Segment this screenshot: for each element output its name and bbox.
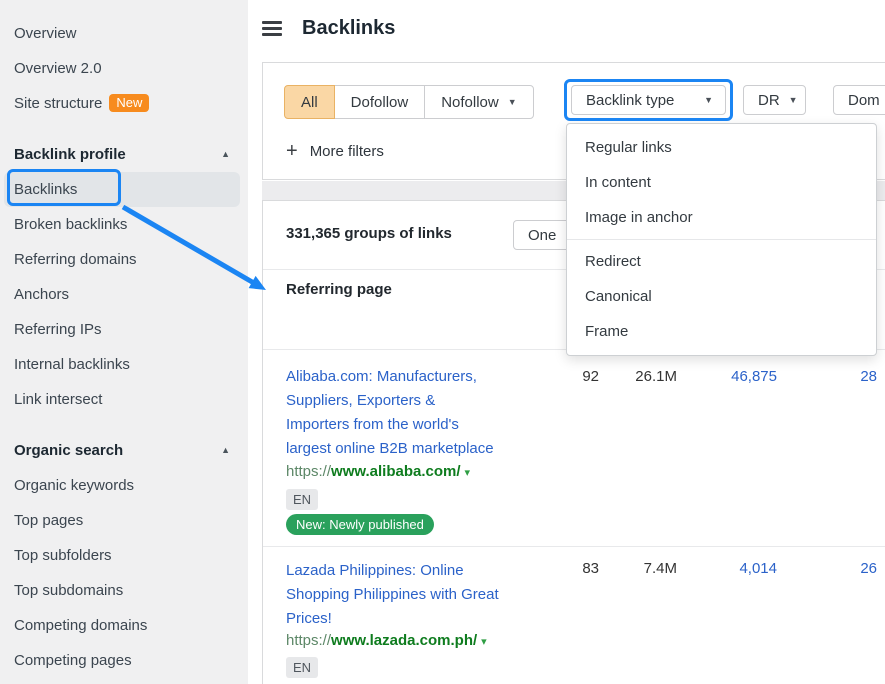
sidebar-section-organic-search[interactable]: Organic search▲ <box>0 433 248 468</box>
dr-filter-button[interactable]: DR▼ <box>743 85 806 115</box>
metric-link[interactable]: 26 <box>781 560 877 577</box>
metric-value: 92 <box>561 368 599 385</box>
sidebar-item-top-pages[interactable]: Top pages <box>0 503 248 538</box>
chevron-down-icon: ▾ <box>465 467 471 479</box>
sidebar-item-broken-backlinks[interactable]: Broken backlinks <box>0 207 248 242</box>
metric-link[interactable]: 46,875 <box>681 368 777 385</box>
referring-page-link[interactable]: Lazada Philippines: Online Shopping Phil… <box>286 559 572 631</box>
sidebar-item-competing-pages[interactable]: Competing pages <box>0 643 248 678</box>
referring-page-link[interactable]: Alibaba.com: Manufacturers, Suppliers, E… <box>286 365 572 461</box>
metric-value: 26.1M <box>601 368 677 385</box>
dropdown-item-in-content[interactable]: In content <box>567 165 876 200</box>
referring-page-url[interactable]: https://www.alibaba.com/▾ <box>286 463 470 480</box>
dropdown-item-redirect[interactable]: Redirect <box>567 244 876 279</box>
sidebar-item-top-subdomains[interactable]: Top subdomains <box>0 573 248 608</box>
chevron-down-icon: ▼ <box>508 97 517 107</box>
sidebar-item-top-subfolders[interactable]: Top subfolders <box>0 538 248 573</box>
app-window: Overview Overview 2.0 Site structureNew … <box>0 0 885 684</box>
sidebar-item-referring-domains[interactable]: Referring domains <box>0 242 248 277</box>
sidebar-item-organic-keywords[interactable]: Organic keywords <box>0 468 248 503</box>
sidebar-item-backlinks[interactable]: Backlinks <box>4 172 240 207</box>
filter-nofollow-button[interactable]: Nofollow▼ <box>424 85 533 119</box>
results-count: 331,365 groups of links <box>286 219 452 249</box>
language-badge: EN <box>286 489 318 510</box>
metric-value: 7.4M <box>601 560 677 577</box>
page-title: Backlinks <box>302 17 395 40</box>
plus-icon: + <box>286 141 298 161</box>
dropdown-item-canonical[interactable]: Canonical <box>567 279 876 314</box>
sidebar: Overview Overview 2.0 Site structureNew … <box>0 0 248 684</box>
dropdown-item-frame[interactable]: Frame <box>567 314 876 349</box>
dropdown-separator <box>567 239 876 240</box>
divider <box>263 546 885 547</box>
sidebar-item-overview-2[interactable]: Overview 2.0 <box>0 51 248 86</box>
metric-value: 83 <box>561 560 599 577</box>
sidebar-item-referring-ips[interactable]: Referring IPs <box>0 312 248 347</box>
newly-published-badge: New: Newly published <box>286 514 434 535</box>
chevron-down-icon: ▼ <box>789 95 798 105</box>
metric-link[interactable]: 28 <box>781 368 877 385</box>
sidebar-item-overview[interactable]: Overview <box>0 16 248 51</box>
filter-dofollow-button[interactable]: Dofollow <box>334 85 426 119</box>
collapse-icon: ▲ <box>221 137 230 172</box>
sidebar-item-anchors[interactable]: Anchors <box>0 277 248 312</box>
menu-icon[interactable] <box>262 21 282 37</box>
new-badge: New <box>109 94 149 112</box>
chevron-down-icon: ▼ <box>704 95 713 105</box>
sidebar-section-backlink-profile[interactable]: Backlink profile▲ <box>0 137 248 172</box>
backlink-type-filter-button[interactable]: Backlink type▼ <box>571 85 726 115</box>
backlink-type-dropdown: Regular links In content Image in anchor… <box>566 123 877 356</box>
metric-link[interactable]: 4,014 <box>681 560 777 577</box>
sidebar-item-site-structure[interactable]: Site structureNew <box>0 86 248 121</box>
language-badge: EN <box>286 657 318 678</box>
sidebar-item-internal-backlinks[interactable]: Internal backlinks <box>0 347 248 382</box>
dropdown-item-image-in-anchor[interactable]: Image in anchor <box>567 200 876 235</box>
chevron-down-icon: ▾ <box>481 636 487 648</box>
sidebar-item-competing-domains[interactable]: Competing domains <box>0 608 248 643</box>
more-filters-button[interactable]: +More filters <box>286 139 384 163</box>
collapse-icon: ▲ <box>221 433 230 468</box>
referring-page-url[interactable]: https://www.lazada.com.ph/▾ <box>286 632 487 649</box>
column-header-referring-page: Referring page <box>286 281 392 298</box>
domain-filter-button[interactable]: Dom <box>833 85 885 115</box>
sidebar-item-link-intersect[interactable]: Link intersect <box>0 382 248 417</box>
filter-all-button[interactable]: All <box>284 85 335 119</box>
dropdown-item-regular-links[interactable]: Regular links <box>567 130 876 165</box>
follow-filter-group: All Dofollow Nofollow▼ <box>284 85 534 119</box>
